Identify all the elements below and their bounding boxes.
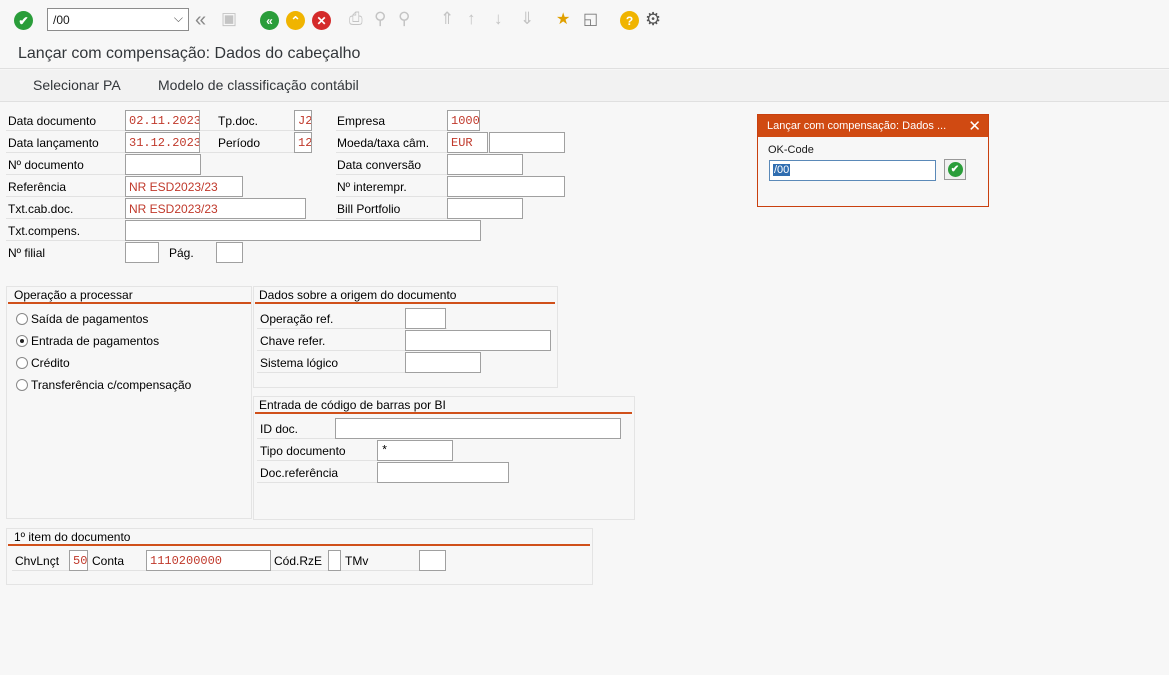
radio-transferencia[interactable]	[16, 379, 28, 391]
help-icon[interactable]: ?	[620, 11, 639, 30]
tmv-label: TMv	[345, 554, 369, 568]
chvlnct-field[interactable]: 50	[69, 550, 88, 571]
no-filial-field[interactable]	[125, 242, 159, 263]
tipo-documento-label: Tipo documento	[260, 444, 346, 458]
doc-referencia-field[interactable]	[377, 462, 509, 483]
radio-credito[interactable]	[16, 357, 28, 369]
doc-referencia-label: Doc.referência	[260, 466, 339, 480]
sistema-logico-field[interactable]	[405, 352, 481, 373]
item-title: 1º item do documento	[14, 530, 131, 544]
conta-label: Conta	[92, 554, 125, 568]
find-next-icon[interactable]: ⚲	[398, 9, 410, 29]
cod-rze-field[interactable]	[328, 550, 341, 571]
radio-saida-pagamentos[interactable]	[16, 313, 28, 325]
back-icon[interactable]: «	[260, 11, 279, 30]
referencia-label: Referência	[8, 180, 67, 194]
okcode-dialog: Lançar com compensação: Dados ... ✕ OK-C…	[757, 114, 989, 207]
find-icon[interactable]: ⚲	[374, 9, 386, 29]
back-double-icon[interactable]: «	[195, 9, 206, 32]
exit-icon[interactable]: ⌃	[286, 11, 305, 30]
tmv-field[interactable]	[419, 550, 446, 571]
radio-saida-label[interactable]: Saída de pagamentos	[31, 312, 148, 326]
okcode-label: OK-Code	[768, 144, 814, 156]
operacao-title: Operação a processar	[14, 288, 133, 302]
new-session-icon[interactable]: ★	[556, 9, 570, 29]
bill-portfolio-label: Bill Portfolio	[337, 202, 401, 216]
id-doc-label: ID doc.	[260, 422, 299, 436]
print-icon[interactable]: ⎙	[349, 9, 363, 29]
select-pa-button[interactable]: Selecionar PA	[33, 77, 121, 93]
close-icon[interactable]: ✕	[968, 117, 981, 135]
sistema-logico-label: Sistema lógico	[260, 356, 339, 370]
save-icon[interactable]: ▣	[221, 9, 237, 29]
dialog-header: Lançar com compensação: Dados ... ✕	[758, 115, 988, 137]
okcode-value: /00	[773, 164, 791, 176]
okcode-confirm-button[interactable]: ✔	[944, 159, 966, 180]
chave-refer-field[interactable]	[405, 330, 551, 351]
no-documento-label: Nº documento	[8, 158, 84, 172]
previous-page-icon[interactable]: ↑	[467, 9, 476, 29]
moeda-label: Moeda/taxa câm.	[337, 136, 430, 150]
check-icon: ✔	[947, 162, 963, 177]
command-field[interactable]: /00 ⌵	[47, 8, 189, 31]
enter-icon[interactable]: ✔	[14, 11, 33, 30]
radio-entrada-pagamentos[interactable]	[16, 335, 28, 347]
first-page-icon[interactable]: ⇑	[440, 9, 454, 29]
command-value: /00	[53, 13, 70, 27]
referencia-field[interactable]: NR ESD2023/23	[125, 176, 243, 197]
okcode-input[interactable]: /00	[769, 160, 936, 181]
txt-compens-label: Txt.compens.	[8, 224, 81, 238]
radio-credito-label[interactable]: Crédito	[31, 356, 70, 370]
next-page-icon[interactable]: ↓	[494, 9, 503, 29]
dialog-title: Lançar com compensação: Dados ...	[767, 120, 947, 132]
no-interempr-field[interactable]	[447, 176, 565, 197]
pag-label: Pág.	[169, 246, 194, 260]
no-filial-label: Nº filial	[8, 246, 46, 260]
data-conversao-field[interactable]	[447, 154, 523, 175]
operacao-ref-label: Operação ref.	[260, 312, 334, 326]
data-conversao-label: Data conversão	[337, 158, 422, 172]
id-doc-field[interactable]	[335, 418, 621, 439]
tipo-documento-field[interactable]: *	[377, 440, 453, 461]
settings-icon[interactable]: ⚙	[645, 9, 661, 30]
pag-field[interactable]	[216, 242, 243, 263]
cod-rze-label: Cód.RzE	[274, 554, 323, 568]
data-documento-field[interactable]: 02.11.2023	[125, 110, 200, 131]
radio-entrada-label[interactable]: Entrada de pagamentos	[31, 334, 159, 348]
cancel-icon[interactable]: ✕	[312, 11, 331, 30]
txt-cab-doc-field[interactable]: NR ESD2023/23	[125, 198, 306, 219]
periodo-field[interactable]: 12	[294, 132, 312, 153]
chvlnct-label: ChvLnçt	[15, 554, 60, 568]
bill-portfolio-field[interactable]	[447, 198, 523, 219]
conta-field[interactable]: 1110200000	[146, 550, 271, 571]
moeda-field[interactable]: EUR	[447, 132, 488, 153]
barras-title: Entrada de código de barras por BI	[259, 398, 446, 412]
toolbar: ✔ /00 ⌵ « ▣ « ⌃ ✕ ⎙ ⚲ ⚲ ⇑ ↑ ↓ ⇓ ★ ◱ ? ⚙	[0, 0, 1169, 40]
data-documento-label: Data documento	[8, 114, 97, 128]
no-interempr-label: Nº interempr.	[337, 180, 407, 194]
periodo-label: Período	[218, 136, 261, 150]
tp-doc-label: Tp.doc.	[218, 114, 259, 128]
no-documento-field[interactable]	[125, 154, 201, 175]
taxa-cambio-field[interactable]	[489, 132, 565, 153]
operacao-ref-field[interactable]	[405, 308, 446, 329]
chevron-down-icon[interactable]: ⌵	[174, 11, 183, 26]
radio-transferencia-label[interactable]: Transferência c/compensação	[31, 378, 191, 392]
txt-compens-field[interactable]	[125, 220, 481, 241]
chave-refer-label: Chave refer.	[260, 334, 326, 348]
shortcut-icon[interactable]: ◱	[583, 9, 598, 29]
page-title: Lançar com compensação: Dados do cabeçal…	[18, 45, 361, 62]
empresa-label: Empresa	[337, 114, 386, 128]
origem-title: Dados sobre a origem do documento	[259, 288, 457, 302]
tp-doc-field[interactable]: J2	[294, 110, 312, 131]
txt-cab-doc-label: Txt.cab.doc.	[8, 202, 74, 216]
last-page-icon[interactable]: ⇓	[520, 9, 534, 29]
data-lancamento-label: Data lançamento	[8, 136, 99, 150]
empresa-field[interactable]: 1000	[447, 110, 480, 131]
account-model-button[interactable]: Modelo de classificação contábil	[158, 77, 359, 93]
data-lancamento-field[interactable]: 31.12.2023	[125, 132, 200, 153]
